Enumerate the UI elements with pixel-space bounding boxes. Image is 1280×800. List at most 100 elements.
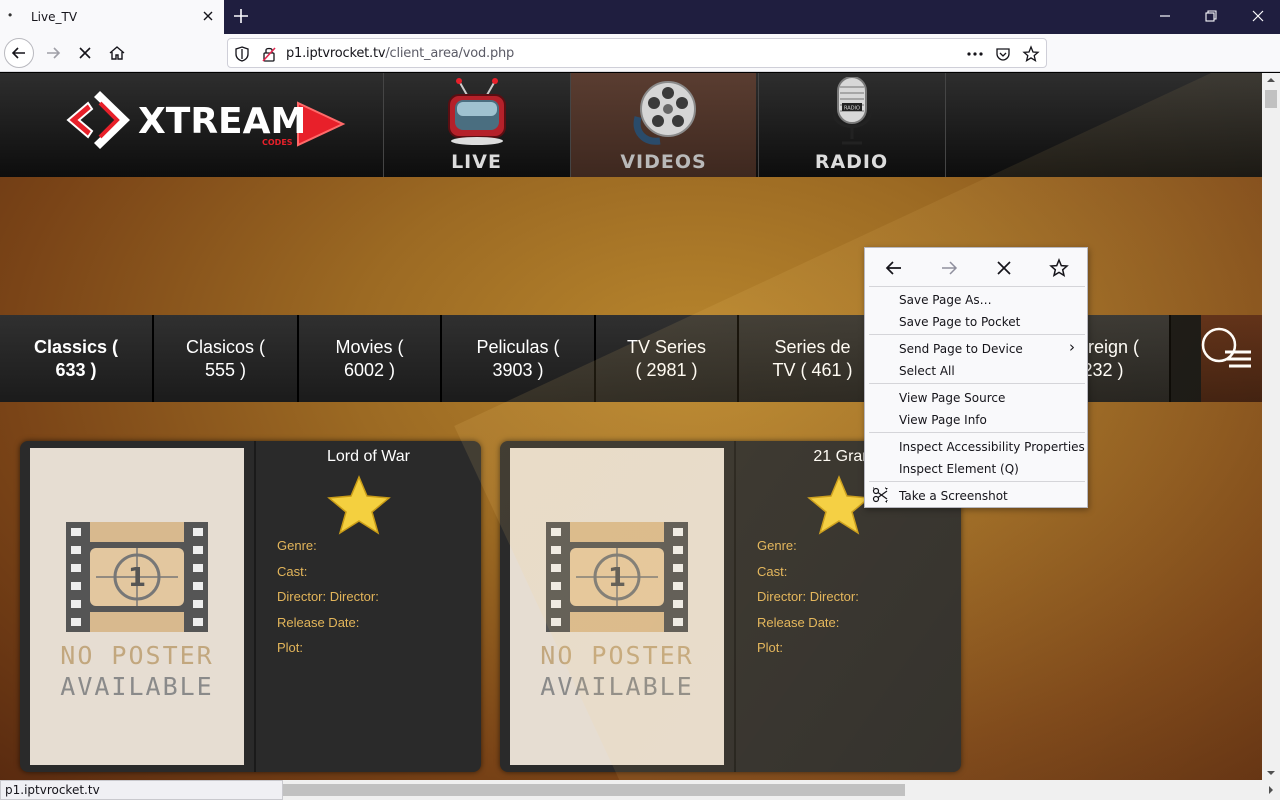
category-peliculas[interactable]: Peliculas ( 3903 ) (442, 315, 596, 402)
screenshot-icon (872, 487, 888, 503)
film-reel-icon (633, 81, 696, 145)
menu-inspect-element[interactable]: Inspect Element (Q) (899, 462, 1019, 476)
category-tv-series[interactable]: TV Series ( 2981 ) (596, 315, 739, 402)
category-classics[interactable]: Classics ( 633 ) (0, 315, 154, 402)
poster-number: 1 (128, 563, 146, 593)
nav-radio-label: RADIO (814, 151, 889, 173)
film-countdown-icon: 1 (66, 522, 208, 632)
cast-label: Cast: (277, 564, 308, 579)
minimize-icon[interactable] (1156, 7, 1174, 25)
close-tab-icon[interactable] (200, 8, 216, 24)
movie-title[interactable]: Lord of War (256, 448, 481, 466)
menu-separator (869, 286, 1085, 287)
scroll-down-icon[interactable] (1266, 768, 1276, 778)
genre-label: Genre: (277, 538, 317, 553)
back-arrow-icon[interactable] (884, 258, 904, 278)
vertical-scrollbar[interactable] (1262, 73, 1280, 780)
stop-icon[interactable] (994, 258, 1014, 278)
url-text: p1.iptvrocket.tv/client_area/vod.php (286, 46, 514, 61)
site-top-nav: XTREAM CODES LIVE VIDEOS RADIO RADIO (0, 73, 1262, 177)
context-menu: Save Page As… Save Page to Pocket Send P… (864, 247, 1088, 508)
nav-empty-cell (945, 73, 1262, 177)
plot-label: Plot: (757, 640, 784, 655)
menu-send-page-to-device[interactable]: Send Page to Device (899, 342, 1023, 356)
menu-separator (869, 383, 1085, 384)
shield-icon[interactable] (233, 45, 251, 63)
director-label: Director: Director: (757, 589, 859, 604)
menu-inspect-accessibility[interactable]: Inspect Accessibility Properties (899, 440, 1085, 454)
tab-loading-dot-icon: • (8, 8, 13, 22)
scroll-right-icon[interactable] (1266, 785, 1276, 795)
film-countdown-icon: 1 (546, 522, 688, 632)
forward-arrow-icon[interactable] (939, 258, 959, 278)
category-clasicos[interactable]: Clasicos ( 555 ) (154, 315, 299, 402)
forward-button[interactable] (38, 38, 68, 68)
release-date-label: Release Date: (757, 615, 840, 630)
context-menu-nav-row (865, 248, 1087, 286)
back-button[interactable] (4, 38, 34, 68)
logo-sub: CODES (262, 138, 293, 147)
xtream-logo[interactable]: XTREAM CODES (0, 73, 383, 177)
stop-button[interactable] (70, 38, 100, 68)
stop-icon (79, 47, 91, 59)
menu-save-page-as[interactable]: Save Page As… (899, 293, 992, 307)
url-bar[interactable]: p1.iptvrocket.tv/client_area/vod.php (227, 38, 1047, 68)
movie-info: Lord of War Genre: Cast: Director: Direc… (254, 441, 481, 772)
television-icon (447, 78, 506, 145)
menu-view-page-source[interactable]: View Page Source (899, 391, 1005, 405)
director-label: Director: Director: (277, 589, 379, 604)
movie-card[interactable]: 1 NO POSTER AVAILABLE Lord of War Genre:… (20, 441, 481, 772)
insecure-lock-icon[interactable] (260, 45, 278, 63)
logo-text: XTREAM (138, 101, 306, 142)
release-date-label: Release Date: (277, 615, 360, 630)
menu-separator (869, 432, 1085, 433)
star-icon[interactable] (806, 475, 872, 535)
no-poster-line2: AVAILABLE (60, 672, 214, 701)
genre-label: Genre: (757, 538, 797, 553)
star-icon[interactable] (326, 475, 392, 535)
nav-live[interactable]: LIVE (383, 73, 569, 177)
tab-live-tv[interactable]: • Live_TV (0, 0, 224, 34)
forward-arrow-icon (47, 47, 61, 59)
no-poster-line1: NO POSTER (60, 641, 214, 670)
scroll-up-icon[interactable] (1266, 75, 1276, 85)
category-movies[interactable]: Movies ( 6002 ) (299, 315, 442, 402)
vertical-scroll-thumb[interactable] (1265, 90, 1277, 108)
tab-title: Live_TV (31, 10, 78, 24)
category-label: Clasicos ( 555 ) (185, 336, 265, 380)
nav-videos[interactable]: VIDEOS (570, 73, 756, 177)
pocket-icon[interactable] (994, 45, 1012, 63)
menu-separator (869, 481, 1085, 482)
menu-take-screenshot[interactable]: Take a Screenshot (899, 489, 1008, 503)
page-actions-icon[interactable] (966, 45, 984, 63)
new-tab-icon[interactable] (230, 5, 252, 27)
back-arrow-icon (11, 47, 25, 59)
cast-label: Cast: (757, 564, 788, 579)
category-label: TV Series ( 2981 ) (626, 336, 707, 380)
category-label: Series de TV ( 461 ) (772, 336, 853, 380)
menu-select-all[interactable]: Select All (899, 364, 955, 378)
menu-separator (869, 334, 1085, 335)
nav-videos-label: VIDEOS (620, 151, 707, 173)
close-window-icon[interactable] (1249, 7, 1267, 25)
category-search-button[interactable] (1201, 315, 1262, 402)
menu-view-page-info[interactable]: View Page Info (899, 413, 987, 427)
poster-number: 1 (608, 563, 626, 593)
category-label: Classics ( 633 ) (33, 336, 119, 380)
horizontal-scroll-thumb[interactable] (283, 784, 905, 796)
bookmark-star-icon[interactable] (1049, 258, 1069, 278)
navigation-toolbar: p1.iptvrocket.tv/client_area/vod.php (0, 34, 1280, 96)
nav-radio[interactable]: RADIO RADIO (758, 73, 944, 177)
movie-poster[interactable]: 1 NO POSTER AVAILABLE (30, 448, 244, 765)
no-poster-line2: AVAILABLE (540, 672, 694, 701)
plot-label: Plot: (277, 640, 304, 655)
url-path: /client_area/vod.php (385, 46, 515, 61)
tab-bar: • Live_TV (0, 0, 1280, 34)
menu-save-to-pocket[interactable]: Save Page to Pocket (899, 315, 1020, 329)
bookmark-star-icon[interactable] (1022, 45, 1040, 63)
category-label: Peliculas ( 3903 ) (476, 336, 560, 380)
movie-poster[interactable]: 1 NO POSTER AVAILABLE (510, 448, 724, 765)
home-button[interactable] (102, 38, 132, 68)
nav-live-label: LIVE (451, 151, 502, 173)
restore-icon[interactable] (1202, 7, 1220, 25)
